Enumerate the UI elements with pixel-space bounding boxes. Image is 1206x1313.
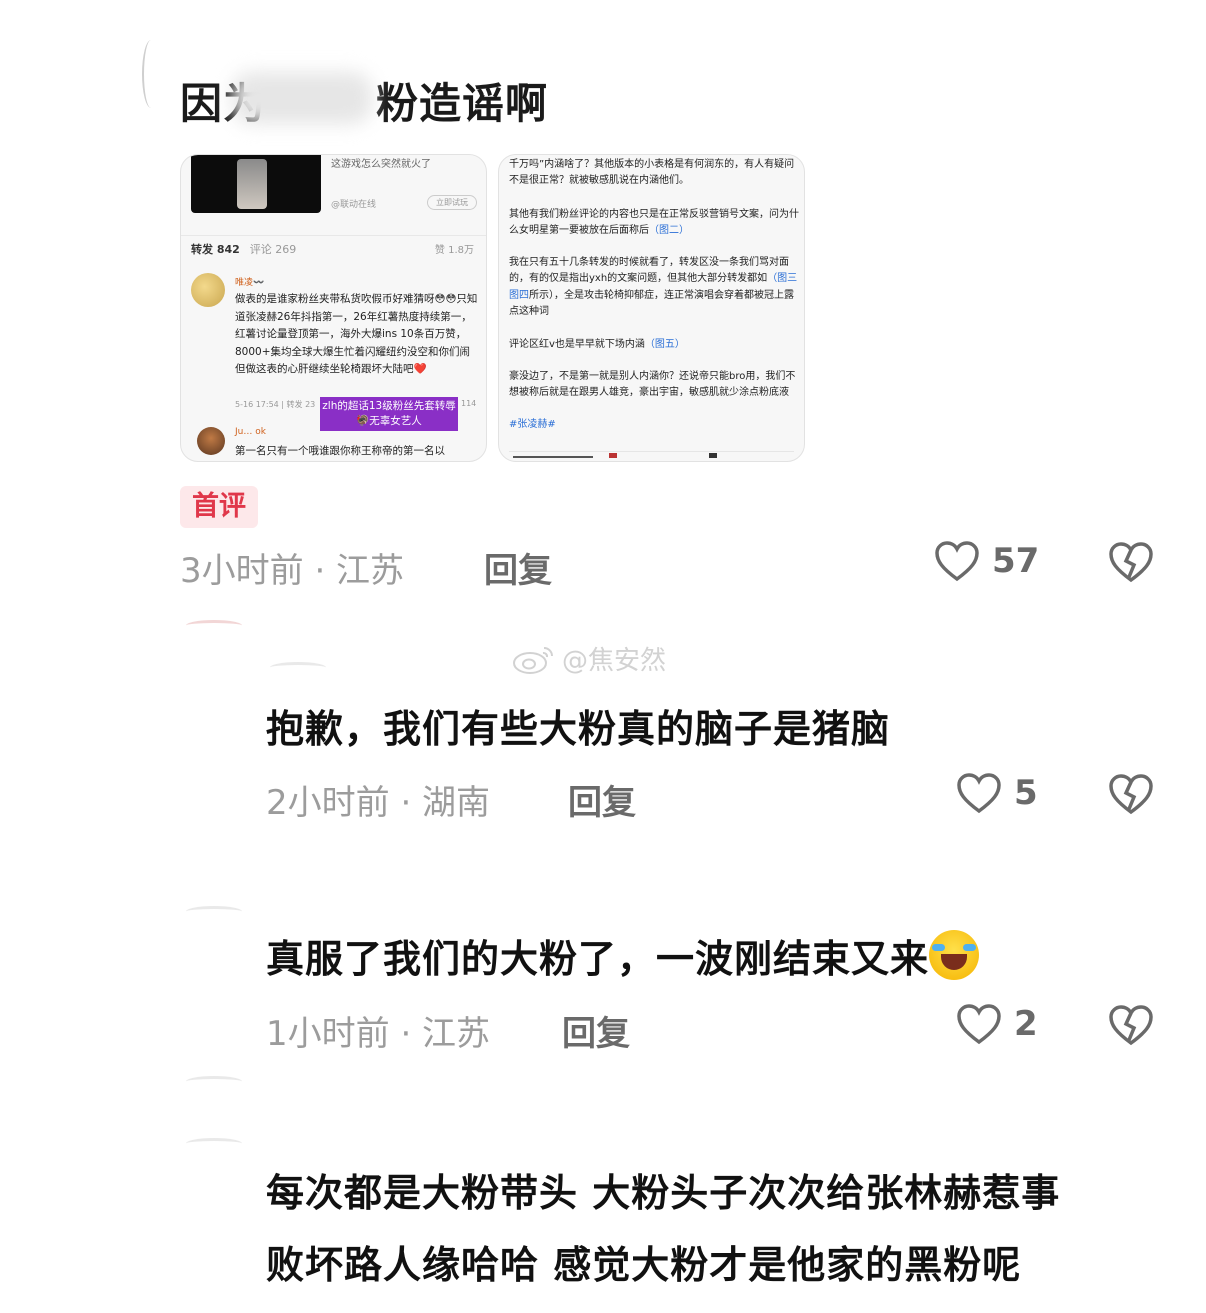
p4-text: 评论区红v也是早早就下场内涵 [509, 339, 645, 350]
broken-heart-icon [1108, 541, 1154, 583]
edge-decoration [142, 40, 160, 108]
reposts-tab: 转发 842 [191, 243, 240, 256]
meta-left: 5-16 17:54 | 转发 23 [235, 400, 316, 409]
paragraph-3: 我在只有五十几条转发的时候就看了，转发区没一条我们骂对面的，有的仅是指出yxh的… [509, 255, 799, 320]
comment-time-location: 1小时前 · 江苏 [266, 1014, 491, 1054]
avatar [191, 273, 225, 307]
footer-strip [509, 451, 794, 458]
heart-icon [956, 1003, 1002, 1045]
p2-link: （图二） [649, 225, 689, 237]
dislike-button[interactable] [1108, 773, 1154, 815]
username: 唯凌〰️ [235, 278, 265, 288]
dot [709, 453, 717, 458]
avatar [186, 906, 242, 917]
heart-icon [934, 540, 980, 582]
watermark-text: @焦安然 [562, 646, 667, 676]
p4-link: （图五） [644, 339, 685, 350]
broken-heart-icon [1108, 773, 1154, 815]
like-button[interactable]: 2 [956, 1003, 1038, 1045]
paragraph-4: 评论区红v也是早早就下场内涵（图五） [509, 337, 799, 353]
reply-button[interactable]: 回复 [568, 775, 636, 824]
paragraph-5: 豪没边了，不是第一就是别人内涵你？还说帝只能bro用，我们不想被称后就是在跟男人… [509, 371, 796, 399]
video-title: 这游戏怎么突然就火了 [331, 159, 431, 170]
purple-caption: zlh的超话13级粉丝先套转辱🦃无辜女艺人 [320, 397, 458, 431]
video-frame [237, 159, 267, 209]
avatar [186, 620, 242, 631]
comment-text: 真服了我们的大粉了，一波刚结束又来 [266, 928, 980, 983]
comment-text: 抱歉，我们有些大粉真的脑子是猪脑 [266, 707, 891, 751]
crying-laughing-icon [929, 930, 980, 980]
tear [963, 944, 977, 951]
like-button[interactable]: 57 [934, 540, 1039, 582]
avatar [186, 1138, 242, 1149]
dot [609, 453, 617, 458]
attached-image-1[interactable]: 这游戏怎么突然就火了 @联动在线 立即试玩 转发 842 评论 269 赞 1.8… [180, 154, 487, 462]
reply-text: 第一名只有一个哦谁跟你称王称帝的第一名以 [235, 445, 445, 457]
divider [181, 235, 486, 236]
username: Ju… ok [235, 427, 266, 437]
first-comment-badge: 首评 [180, 486, 258, 528]
weibo-icon [512, 644, 556, 674]
comment-text-body: 真服了我们的大粉了，一波刚结束又来 [266, 937, 930, 981]
paragraph-1: 千万吗”内涵啥了？其他版本的小表格是有何润东的，有人有疑问不是很正常？就被敏感肌… [509, 159, 795, 187]
p3-text: 我在只有五十几条转发的时候就看了，转发区没一条我们骂对面的，有的仅是指出yxh的… [509, 257, 789, 285]
broken-heart-icon [1108, 1004, 1154, 1046]
meta-right: 114 [461, 399, 477, 408]
username [270, 662, 326, 673]
weibo-watermark: @焦安然 [512, 640, 666, 677]
like-button[interactable]: 5 [956, 772, 1038, 814]
comment-body: 做表的是谁家粉丝夹带私货吹假币好难猜呀😳😳只知道张凌赫26年抖指第一，26年红薯… [235, 293, 478, 376]
tear [932, 944, 946, 951]
paragraph-2: 其他有我们粉丝评论的内容也只是在正常反驳营销号文案，问为什么女明星第一要被放在后… [509, 207, 799, 240]
progress-bar [513, 456, 593, 458]
comments-tab: 评论 269 [249, 243, 297, 256]
like-count: 57 [992, 541, 1040, 581]
comment-time-location: 2小时前 · 湖南 [266, 783, 491, 823]
hashtag: #张凌赫# [509, 419, 556, 430]
repost-comment-tabs: 转发 842 评论 269 [191, 241, 296, 257]
comment-meta: 5-16 17:54 | 转发 23 114 [235, 399, 476, 410]
like-count: 2 [1014, 1004, 1038, 1044]
reply-button[interactable]: 回复 [484, 543, 552, 592]
like-count: 5 [1014, 773, 1038, 813]
video-thumbnail [191, 155, 321, 213]
dislike-button[interactable] [1108, 541, 1154, 583]
comment-text-line-1: 每次都是大粉带头 大粉头子次次给张林赫惹事 [266, 1171, 1061, 1215]
post-time-location: 3小时前 · 江苏 [180, 551, 405, 591]
avatar [197, 427, 225, 455]
p3-tail: 所示），全是攻击轮椅抑郁症，连正常演唱会穿着都被冠上露点这种词 [509, 289, 794, 317]
dislike-button[interactable] [1108, 1004, 1154, 1046]
likes-count: 赞 1.8万 [434, 245, 474, 256]
title-end: 粉造谣啊 [376, 79, 549, 128]
attached-image-2[interactable]: 千万吗”内涵啥了？其他版本的小表格是有何润东的，有人有疑问不是很正常？就被敏感肌… [498, 154, 805, 462]
try-play-button: 立即试玩 [427, 195, 477, 210]
avatar [186, 1076, 242, 1087]
blur-redaction [232, 72, 372, 124]
mouth [941, 954, 968, 970]
comment-text-line-2: 败坏路人缘哈哈 感觉大粉才是他家的黑粉呢 [266, 1243, 1022, 1287]
reply-button[interactable]: 回复 [562, 1006, 630, 1055]
heart-icon [956, 772, 1002, 814]
video-source: @联动在线 [331, 200, 377, 210]
